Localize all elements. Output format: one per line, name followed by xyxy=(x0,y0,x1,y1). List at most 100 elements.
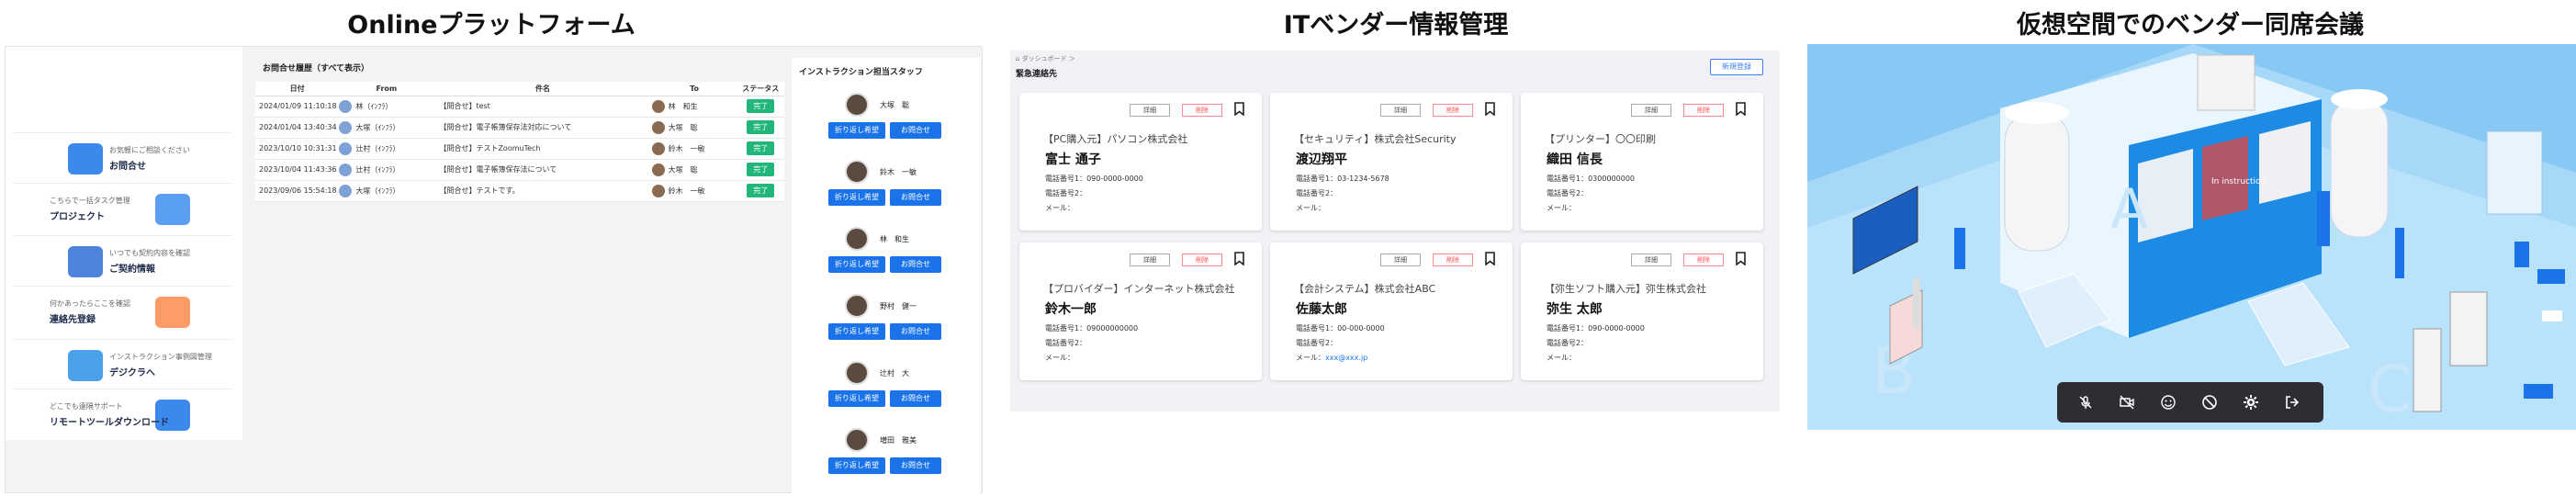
sidebar-item-5[interactable]: インストラクション事例図管理 デジクラへ xyxy=(13,339,233,390)
home-icon: ⌂ xyxy=(1016,55,1020,62)
sidebar-item-3[interactable]: いつでも契約内容を確認 ご契約情報 xyxy=(13,235,233,287)
table-row[interactable]: 2023/10/04 11:43:36 辻村（ｲﾝﾌﾗ） 【問合せ】電子帳簿保存法に… xyxy=(255,159,784,181)
callback-request-button[interactable]: 折り返し希望 xyxy=(828,122,885,139)
table-row[interactable]: 2023/10/10 10:31:31 辻村（ｲﾝﾌﾗ） 【問合せ】テストZoomu… xyxy=(255,138,784,160)
inquiry-button[interactable]: お問合せ xyxy=(890,457,941,474)
delete-button[interactable]: 削除 xyxy=(1683,104,1724,117)
sidebar-item-label: お問合せ xyxy=(109,162,146,172)
sidebar-item-1[interactable]: お気軽にご相談ください お問合せ xyxy=(13,132,233,184)
callback-request-button[interactable]: 折り返し希望 xyxy=(828,390,885,407)
delete-button[interactable]: 削除 xyxy=(1433,254,1473,266)
vendor-name: 鈴木一郎 xyxy=(1045,302,1097,317)
phone1-value: 00-000-0000 xyxy=(1337,324,1385,333)
delete-button[interactable]: 削除 xyxy=(1182,104,1222,117)
inquiry-button[interactable]: お問合せ xyxy=(890,256,941,273)
inquiry-history-title: お問合せ履歴（すべて表示） xyxy=(263,64,370,73)
table-header[interactable]: To xyxy=(651,82,737,96)
inquiry-button[interactable]: お問合せ xyxy=(890,122,941,139)
delete-button[interactable]: 削除 xyxy=(1433,104,1473,117)
bookmark-icon[interactable] xyxy=(1485,252,1495,265)
phone1-value: 090-0000-0000 xyxy=(1588,324,1645,333)
inquiry-to: 林 和生 xyxy=(668,102,698,110)
panel1-title: Onlineプラットフォーム xyxy=(347,11,636,39)
bookmark-icon[interactable] xyxy=(1736,252,1746,265)
vendor-card: 詳細 削除 【プリンター】〇〇印刷 織田 信長 電話番号1：0300000000 電話番号… xyxy=(1521,93,1763,231)
vendor-name: 富士 通子 xyxy=(1045,152,1101,167)
detail-button[interactable]: 詳細 xyxy=(1380,254,1421,266)
staff-card: 辻村 大折り返し希望 お問合せ xyxy=(792,361,981,416)
table-header[interactable]: From xyxy=(339,82,434,96)
mic-off-icon[interactable] xyxy=(2077,394,2094,411)
emoji-icon[interactable] xyxy=(2160,394,2177,411)
phone1-value: 090-0000-0000 xyxy=(1086,175,1143,183)
virtual-space-scene: In instruction A B C xyxy=(1807,44,2576,430)
inquiry-date: 2024/01/09 11:10:18 xyxy=(255,96,340,118)
staff-name: 林 和生 xyxy=(880,235,909,243)
callback-request-button[interactable]: 折り返し希望 xyxy=(828,189,885,206)
inquiry-to: 大塚 聡 xyxy=(668,123,698,131)
floor-letter-a: A xyxy=(2110,177,2148,242)
inquiry-subject[interactable]: 【問合せ】電子帳簿保存法について xyxy=(433,159,652,181)
bookmark-icon[interactable] xyxy=(1485,102,1495,116)
avatar xyxy=(651,163,665,176)
detail-button[interactable]: 詳細 xyxy=(1130,254,1170,266)
table-header[interactable]: 日付 xyxy=(255,82,340,96)
inquiry-button[interactable]: お問合せ xyxy=(890,390,941,407)
staff-card: 林 和生折り返し希望 お問合せ xyxy=(792,227,981,282)
bookmark-icon[interactable] xyxy=(1736,102,1746,116)
inquiry-to: 大塚 聡 xyxy=(668,165,698,174)
vendor-category: 【会計システム】株式会社ABC xyxy=(1294,283,1436,295)
callback-request-button[interactable]: 折り返し希望 xyxy=(828,457,885,474)
vendor-category: 【プリンター】〇〇印刷 xyxy=(1545,133,1656,145)
floor-letter-c: C xyxy=(2368,352,2413,427)
delete-button[interactable]: 削除 xyxy=(1683,254,1724,266)
table-row[interactable]: 2024/01/09 11:10:18 林（ｲﾝﾌﾗ） 【問合せ】test 林 和生 完… xyxy=(255,96,784,118)
staff-avatar xyxy=(845,428,869,452)
sidebar-item-4[interactable]: 何かあったらここを確認 連絡先登録 xyxy=(13,286,233,337)
callback-request-button[interactable]: 折り返し希望 xyxy=(828,323,885,340)
sidebar-item-2[interactable]: こちらで一括タスク管理 プロジェクト xyxy=(13,183,233,234)
breadcrumb[interactable]: ⌂ ダッシュボード ＞ xyxy=(1016,54,1075,63)
table-header[interactable]: ステータス xyxy=(737,82,784,96)
inquiry-subject[interactable]: 【問合せ】test xyxy=(433,96,652,118)
inquiry-to: 鈴木 一敏 xyxy=(668,144,705,152)
table-row[interactable]: 2023/09/06 15:54:18 大塚（ｲﾝﾌﾗ） 【問合せ】テストです。 鈴木… xyxy=(255,180,784,202)
delete-button[interactable]: 削除 xyxy=(1182,254,1222,266)
inquiry-button[interactable]: お問合せ xyxy=(890,189,941,206)
exit-icon[interactable] xyxy=(2284,394,2300,411)
block-icon[interactable] xyxy=(2201,394,2218,411)
staff-name: 増田 雅美 xyxy=(880,436,917,445)
meeting-control-bar xyxy=(2057,382,2323,423)
bookmark-icon[interactable] xyxy=(1234,252,1244,265)
detail-button[interactable]: 詳細 xyxy=(1631,104,1671,117)
inquiry-from: 大塚（ｲﾝﾌﾗ） xyxy=(355,186,400,195)
table-row[interactable]: 2024/01/04 13:40:34 大塚（ｲﾝﾌﾗ） 【問合せ】電子帳簿保存法対… xyxy=(255,117,784,139)
new-register-button[interactable]: 新規登録 xyxy=(1710,59,1763,75)
mail-line: メール： xyxy=(1045,204,1074,212)
detail-button[interactable]: 詳細 xyxy=(1130,104,1170,117)
callback-request-button[interactable]: 折り返し希望 xyxy=(828,256,885,273)
camera-off-icon[interactable] xyxy=(2119,394,2135,411)
detail-button[interactable]: 詳細 xyxy=(1631,254,1671,266)
inquiry-date: 2023/09/06 15:54:18 xyxy=(255,180,340,202)
vendor-category: 【セキュリティ】株式会社Security xyxy=(1294,133,1457,145)
inquiry-button[interactable]: お問合せ xyxy=(890,323,941,340)
mail-line: メール： xyxy=(1296,204,1325,212)
vendor-card: 詳細 削除 【弥生ソフト購入元】弥生株式会社 弥生 太郎 電話番号1：090-0000-… xyxy=(1521,242,1763,380)
vendor-category: 【弥生ソフト購入元】弥生株式会社 xyxy=(1545,283,1706,295)
settings-icon[interactable] xyxy=(2243,394,2259,411)
staff-avatar xyxy=(845,294,869,318)
inquiry-subject[interactable]: 【問合せ】電子帳簿保存法対応について xyxy=(433,117,652,139)
sidebar-item-6[interactable]: どこでも遠隔サポート リモートツールダウンロード xyxy=(13,389,233,440)
inquiry-subject[interactable]: 【問合せ】テストです。 xyxy=(433,180,652,202)
mail-value[interactable]: xxx@xxx.jp xyxy=(1325,354,1367,362)
detail-button[interactable]: 詳細 xyxy=(1380,104,1421,117)
bookmark-icon[interactable] xyxy=(1234,102,1244,116)
phone1-line: 電話番号1：00-000-0000 xyxy=(1296,324,1385,333)
avatar xyxy=(339,99,353,113)
table-header[interactable]: 件名 xyxy=(433,82,652,96)
inquiry-subject[interactable]: 【問合せ】テストZoomuTech xyxy=(433,138,652,160)
sidebar: お気軽にご相談ください お問合せ こちらで一括タスク管理 プロジェクト いつでも契約内容… xyxy=(6,47,242,440)
virtual-space-view[interactable]: In instruction A B C xyxy=(1807,44,2576,430)
phone1-line: 電話番号1：09000000000 xyxy=(1045,324,1139,333)
